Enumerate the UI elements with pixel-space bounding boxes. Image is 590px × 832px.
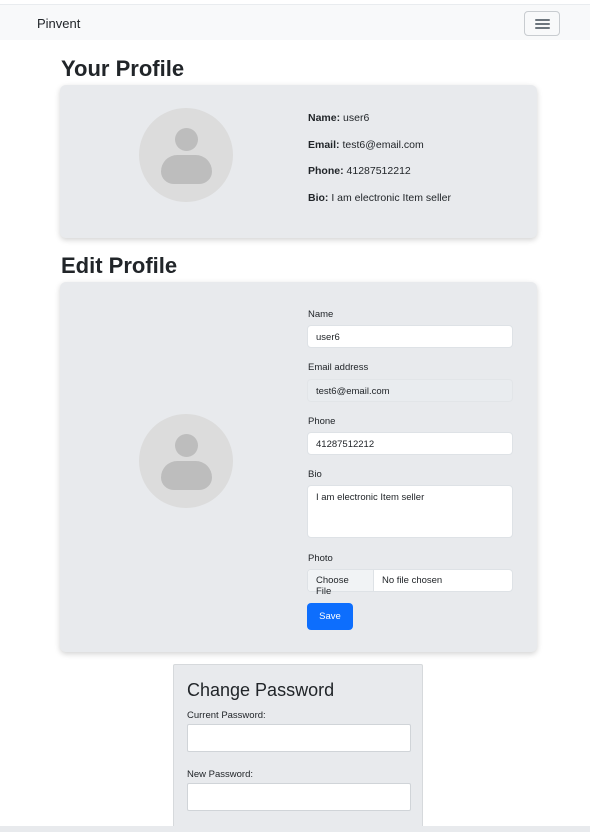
photo-label: Photo [308,553,333,564]
profile-email: Email: test6@email.com [308,139,424,151]
avatar [139,414,233,508]
new-password-input[interactable] [187,783,411,811]
user-icon-body [161,461,212,490]
profile-phone-label: Phone: [308,165,344,177]
file-status: No file chosen [382,575,443,586]
phone-label: Phone [308,416,336,427]
profile-name-label: Name: [308,112,341,124]
choose-file-button[interactable]: Choose File [308,570,374,597]
current-password-input[interactable] [187,724,411,752]
profile-title: Your Profile [61,56,185,81]
hamburger-icon-line [535,27,550,29]
avatar [139,108,233,202]
navbar: Pinvent [0,4,590,40]
profile-phone-value: 41287512212 [346,165,411,177]
email-label: Email address [308,362,369,373]
change-password-card: Change Password Current Password: New Pa… [173,664,423,832]
profile-phone: Phone: 41287512212 [308,165,411,177]
brand-logo-text[interactable]: Pinvent [37,16,80,31]
bio-textarea[interactable]: I am electronic Item seller [307,485,513,538]
new-password-label: New Password: [187,769,253,780]
user-icon-body [161,155,212,184]
edit-profile-title: Edit Profile [61,253,178,278]
profile-bio-value: I am electronic Item seller [331,192,451,204]
name-label: Name [308,309,334,320]
bottom-scroll-edge [0,826,590,832]
profile-card: Name: user6 Email: test6@email.com Phone… [60,85,537,238]
change-password-title: Change Password [187,680,335,700]
phone-input[interactable]: 41287512212 [307,432,513,455]
name-input[interactable]: user6 [307,325,513,348]
photo-file-input[interactable]: Choose File No file chosen [307,569,513,597]
save-button[interactable]: Save [307,603,353,630]
profile-name: Name: user6 [308,112,369,124]
navbar-toggle-button[interactable] [524,11,560,36]
hamburger-icon [535,19,550,21]
current-password-label: Current Password: [187,710,266,721]
profile-bio: Bio: I am electronic Item seller [308,192,451,204]
profile-bio-label: Bio: [308,192,329,204]
bio-label: Bio [308,469,322,480]
profile-email-value: test6@email.com [342,139,424,151]
user-icon-head [175,128,198,151]
edit-profile-card: Name user6 Email address test6@email.com… [60,282,537,652]
email-input: test6@email.com [307,379,513,402]
hamburger-icon-line [535,23,550,25]
profile-email-label: Email: [308,139,340,151]
profile-name-value: user6 [343,112,370,124]
user-icon-head [175,434,198,457]
